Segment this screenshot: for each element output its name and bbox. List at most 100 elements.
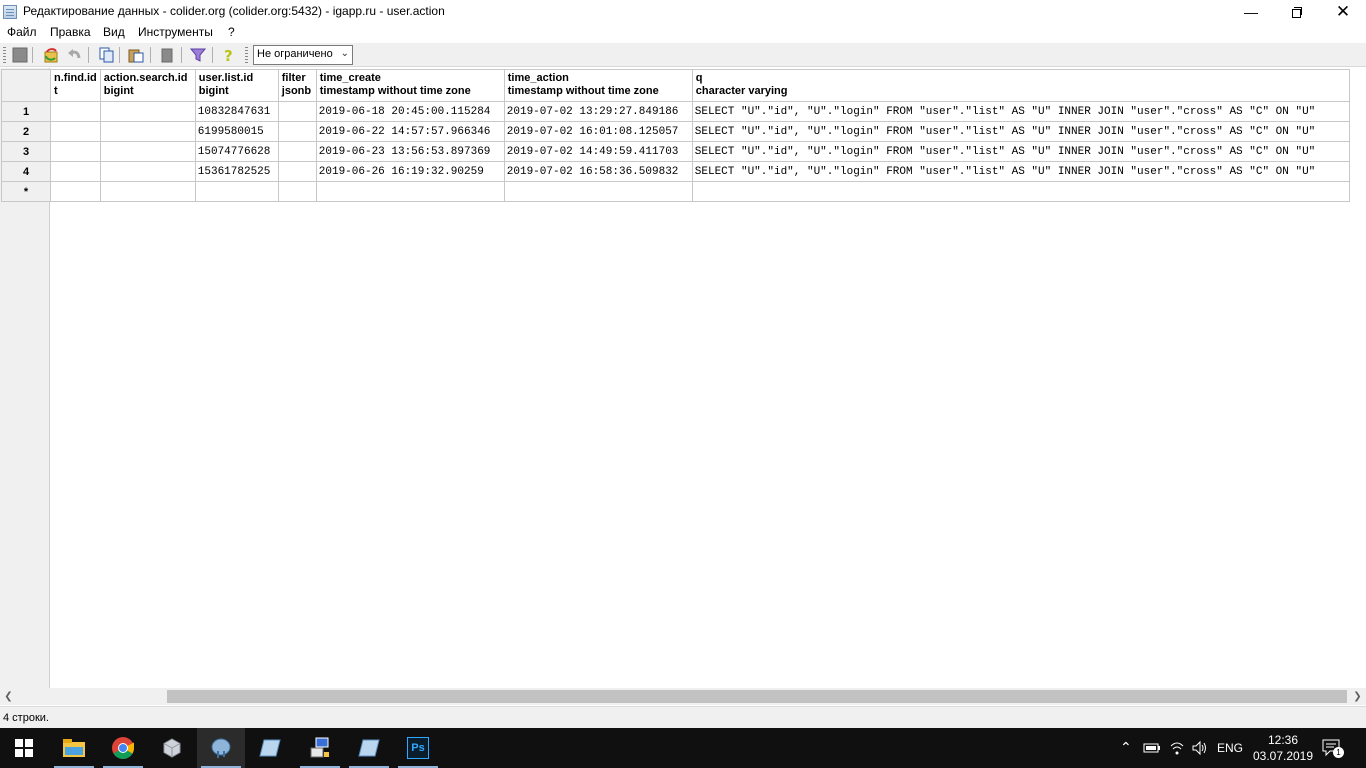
taskbar-pgadmin[interactable] (197, 728, 245, 768)
table-cell[interactable]: 2019-07-02 16:01:08.125057 (503, 121, 693, 142)
table-cell[interactable]: SELECT "U"."id", "U"."login" FROM "user"… (691, 161, 1350, 182)
language-indicator[interactable]: ENG (1217, 741, 1243, 755)
table-cell[interactable] (277, 181, 317, 202)
clock[interactable]: 12:36 03.07.2019 (1252, 732, 1314, 764)
menu-tools[interactable]: Инструменты (136, 25, 215, 39)
column-header[interactable]: q character varying (691, 69, 1350, 102)
filter-button[interactable] (189, 46, 207, 64)
row-header[interactable]: 1 (1, 101, 51, 122)
table-row[interactable]: 1 10832847631 2019-06-18 20:45:00.115284… (1, 101, 1350, 122)
table-cell[interactable] (277, 101, 317, 122)
column-type: t (54, 85, 58, 97)
table-cell[interactable]: SELECT "U"."id", "U"."login" FROM "user"… (691, 141, 1350, 162)
title-bar: Редактирование данных - colider.org (col… (0, 0, 1366, 24)
table-cell[interactable] (99, 121, 196, 142)
refresh-button[interactable] (42, 46, 60, 64)
copy-button[interactable] (97, 46, 115, 64)
menu-help[interactable]: ? (226, 25, 237, 39)
table-cell[interactable] (99, 101, 196, 122)
column-header[interactable]: time_action timestamp without time zone (503, 69, 693, 102)
table-cell[interactable]: 15361782525 (194, 161, 279, 182)
horizontal-scrollbar[interactable]: ❮ ❯ (0, 688, 1366, 705)
table-cell[interactable]: 2019-06-23 13:56:53.897369 (315, 141, 505, 162)
row-header[interactable]: 2 (1, 121, 51, 142)
taskbar-notes[interactable] (246, 728, 294, 768)
start-button[interactable] (0, 728, 48, 768)
grid-corner[interactable] (1, 69, 51, 102)
table-cell[interactable] (50, 121, 101, 142)
paste-button[interactable] (127, 46, 145, 64)
column-header[interactable]: user.list.id bigint (194, 69, 279, 102)
help-icon: ? (224, 47, 233, 63)
table-cell[interactable] (50, 161, 101, 182)
menu-file[interactable]: Файл (5, 25, 39, 39)
taskbar-file-explorer[interactable] (50, 728, 98, 768)
scroll-right-button[interactable]: ❯ (1349, 688, 1366, 705)
scroll-left-button[interactable]: ❮ (0, 688, 17, 705)
save-button[interactable] (11, 46, 29, 64)
row-header[interactable]: 4 (1, 161, 51, 182)
network-icon (310, 737, 329, 758)
help-button[interactable]: ? (220, 46, 238, 64)
toolbar-grip[interactable] (3, 47, 6, 63)
table-cell[interactable]: 10832847631 (194, 101, 279, 122)
undo-button[interactable] (65, 46, 83, 64)
column-header[interactable]: time_create timestamp without time zone (315, 69, 505, 102)
column-header[interactable]: filter jsonb (277, 69, 317, 102)
taskbar-app[interactable] (148, 728, 196, 768)
table-cell[interactable] (99, 181, 196, 202)
table-cell[interactable]: 6199580015 (194, 121, 279, 142)
table-cell[interactable] (194, 181, 279, 202)
scrollbar-thumb[interactable] (167, 690, 1347, 703)
column-header[interactable]: action.search.id bigint (99, 69, 196, 102)
table-cell[interactable] (691, 181, 1350, 202)
table-row[interactable]: 4 15361782525 2019-06-26 16:19:32.90259 … (1, 161, 1350, 182)
delete-button[interactable] (158, 46, 176, 64)
taskbar-network-app[interactable] (296, 728, 344, 768)
table-cell[interactable] (277, 161, 317, 182)
table-cell[interactable] (503, 181, 693, 202)
table-cell[interactable]: 2019-06-18 20:45:00.115284 (315, 101, 505, 122)
row-limit-select[interactable]: Не ограничено ⌄ (253, 45, 353, 65)
menu-view[interactable]: Вид (101, 25, 127, 39)
taskbar-chrome[interactable] (99, 728, 147, 768)
column-name: q (695, 72, 703, 84)
battery-icon[interactable] (1143, 742, 1161, 754)
table-cell[interactable] (315, 181, 505, 202)
action-center-button[interactable]: 1 (1322, 738, 1344, 758)
table-cell[interactable]: 2019-07-02 14:49:59.411703 (503, 141, 693, 162)
table-cell[interactable]: 2019-06-26 16:19:32.90259 (315, 161, 505, 182)
table-cell[interactable] (50, 141, 101, 162)
table-cell[interactable] (277, 141, 317, 162)
table-cell[interactable] (99, 161, 196, 182)
column-header[interactable]: n.find.id t (50, 69, 101, 102)
table-cell[interactable]: SELECT "U"."id", "U"."login" FROM "user"… (691, 121, 1350, 142)
toolbar-grip[interactable] (245, 47, 248, 63)
new-row[interactable]: * (1, 181, 1350, 202)
table-row[interactable]: 3 15074776628 2019-06-23 13:56:53.897369… (1, 141, 1350, 162)
table-cell[interactable]: 2019-07-02 16:58:36.509832 (503, 161, 693, 182)
window-title: Редактирование данных - colider.org (col… (23, 4, 445, 18)
wifi-icon[interactable] (1169, 740, 1185, 756)
table-cell[interactable] (99, 141, 196, 162)
table-row[interactable]: 2 6199580015 2019-06-22 14:57:57.966346 … (1, 121, 1350, 142)
table-cell[interactable]: 2019-06-22 14:57:57.966346 (315, 121, 505, 142)
close-button[interactable]: ✕ (1320, 0, 1366, 24)
minimize-button[interactable]: — (1228, 0, 1274, 24)
table-cell[interactable] (277, 121, 317, 142)
table-cell[interactable]: SELECT "U"."id", "U"."login" FROM "user"… (691, 101, 1350, 122)
restore-button[interactable] (1274, 0, 1320, 24)
table-cell[interactable] (50, 181, 101, 202)
save-icon (12, 47, 28, 63)
menu-edit[interactable]: Правка (48, 25, 93, 39)
row-header[interactable]: 3 (1, 141, 51, 162)
taskbar-notes-2[interactable] (345, 728, 393, 768)
table-cell[interactable]: 15074776628 (194, 141, 279, 162)
data-grid[interactable]: n.find.id t action.search.id bigint user.l… (0, 68, 1366, 688)
table-cell[interactable] (50, 101, 101, 122)
chevron-up-icon[interactable]: ⌃ (1120, 739, 1132, 756)
taskbar-photoshop[interactable]: Ps (394, 728, 442, 768)
new-row-marker[interactable]: * (1, 181, 51, 202)
table-cell[interactable]: 2019-07-02 13:29:27.849186 (503, 101, 693, 122)
volume-icon[interactable] (1191, 740, 1207, 756)
